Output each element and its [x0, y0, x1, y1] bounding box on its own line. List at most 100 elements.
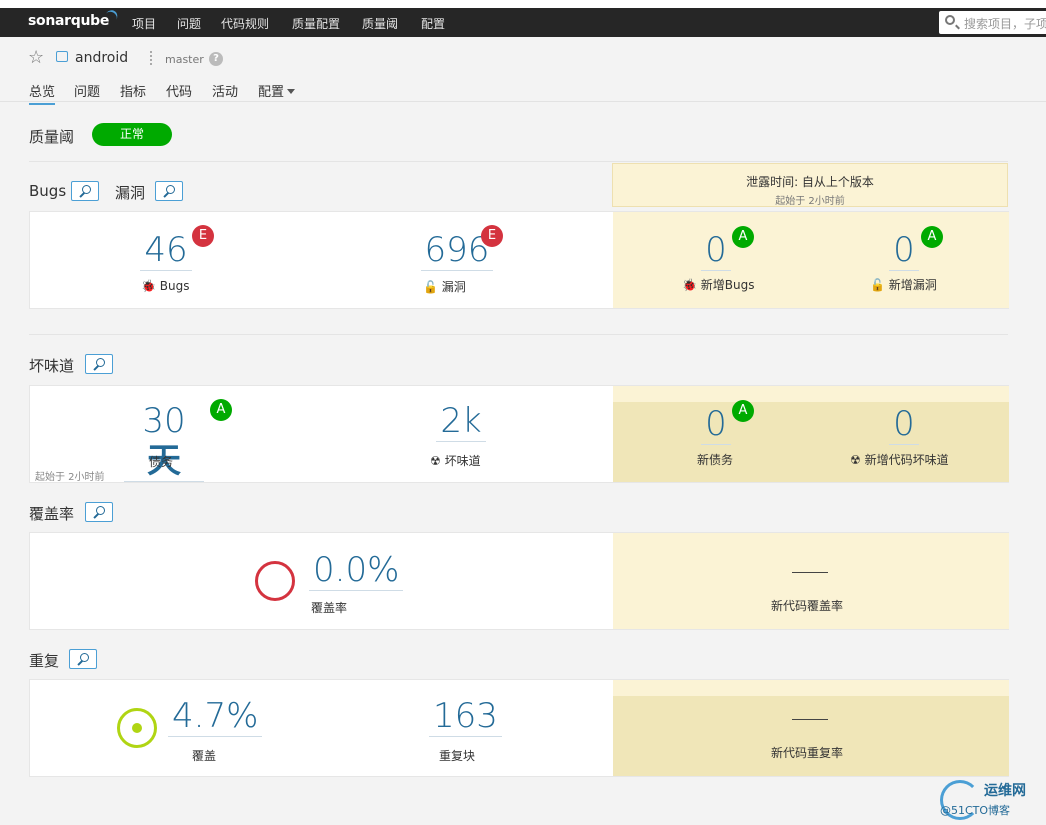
lock-icon: 🔓: [870, 278, 885, 292]
logo-text: sonarqube: [28, 13, 110, 29]
nav-rules[interactable]: 代码规则: [221, 15, 269, 32]
nav-administration[interactable]: 配置: [421, 15, 445, 32]
new-vulnerabilities-value[interactable]: 0: [889, 230, 919, 271]
tab-administration[interactable]: 配置: [258, 81, 296, 100]
drilldown-vulnerabilities-icon[interactable]: [155, 181, 183, 201]
duplications-donut-icon: [117, 708, 157, 748]
leak-period-header: 泄露时间: 自从上个版本 起始于 2小时前: [612, 163, 1008, 207]
debt-since-text: 起始于 2小时前: [35, 472, 105, 483]
vulnerabilities-rating-badge[interactable]: E: [481, 225, 503, 247]
new-bugs-metric[interactable]: 0: [695, 230, 737, 271]
global-navbar: sonarqube 项目 问题 代码规则 质量配置 质量阈 配置 搜索项目，子项…: [0, 7, 1046, 37]
drilldown-duplications-icon[interactable]: [69, 649, 97, 669]
bugs-label: 🐞 Bugs: [141, 279, 190, 293]
new-debt-value[interactable]: 0: [701, 404, 731, 445]
nav-projects[interactable]: 项目: [132, 15, 156, 32]
lock-icon: 🔓: [423, 280, 438, 294]
branch-icon: [150, 51, 154, 65]
tab-issues[interactable]: 问题: [74, 81, 100, 100]
duplications-donut-dot: [132, 723, 142, 733]
debt-value-number: 30: [142, 401, 186, 441]
new-vulnerabilities-rating-badge[interactable]: A: [921, 226, 943, 248]
tab-administration-label: 配置: [258, 85, 285, 100]
bugs-rating-badge[interactable]: E: [192, 225, 214, 247]
new-code-smells-value[interactable]: 0: [889, 404, 919, 445]
duplicated-blocks-metric[interactable]: 163: [429, 696, 502, 737]
duplicated-blocks-label: 重复块: [439, 749, 476, 763]
vulnerabilities-label-text: 漏洞: [441, 280, 466, 294]
search-placeholder: 搜索项目，子项目: [964, 17, 1046, 31]
code-smells-card: 30天 A 债务 起始于 2小时前 2k ☢ 坏味道 0 A 新债务 0 ☢ 新…: [29, 385, 1009, 483]
new-code-smells-label: ☢ 新增代码坏味道: [850, 451, 949, 468]
nav-quality-gates[interactable]: 质量阈: [362, 15, 398, 32]
new-bugs-rating-badge[interactable]: A: [732, 226, 754, 248]
debt-label: 债务: [149, 455, 174, 469]
coverage-metric[interactable]: 0.0%: [309, 550, 404, 591]
nav-quality-profiles[interactable]: 质量配置: [292, 15, 340, 32]
leak-panel: [613, 533, 1009, 629]
tab-code[interactable]: 代码: [166, 81, 192, 100]
section-title-duplications: 重复: [29, 652, 60, 670]
favorite-star-icon[interactable]: ☆: [28, 47, 44, 68]
new-debt-metric[interactable]: 0: [695, 404, 737, 445]
leak-period-subtitle: 起始于 2小时前: [775, 196, 845, 207]
coverage-label: 覆盖率: [311, 601, 348, 615]
coverage-value[interactable]: 0.0%: [309, 550, 404, 591]
radiation-icon: ☢: [430, 454, 441, 468]
nav-issues[interactable]: 问题: [177, 15, 201, 32]
drilldown-bugs-icon[interactable]: [71, 181, 99, 201]
sonarqube-logo[interactable]: sonarqube: [28, 7, 120, 29]
coverage-card: 0.0% 覆盖率 新代码覆盖率: [29, 532, 1009, 630]
code-smells-metric[interactable]: 2k: [435, 401, 487, 442]
drilldown-coverage-icon[interactable]: [85, 502, 113, 522]
new-bugs-value[interactable]: 0: [701, 230, 731, 271]
duplications-label: 覆盖: [192, 749, 217, 763]
leak-panel: [613, 696, 1009, 776]
section-title-vulnerabilities: 漏洞: [115, 184, 146, 202]
tab-overview[interactable]: 总览: [29, 81, 56, 105]
leak-panel-top: [613, 680, 1009, 696]
branch-name: master: [165, 53, 204, 66]
leak-panel: [613, 402, 1009, 482]
bugs-label-text: Bugs: [159, 279, 190, 293]
duplications-value[interactable]: 4.7%: [168, 696, 263, 737]
watermark-line2: @51CTO博客: [940, 804, 1011, 817]
new-vulnerabilities-label-text: 新增漏洞: [888, 278, 937, 292]
divider: [29, 161, 1008, 162]
project-icon: [56, 51, 68, 62]
new-duplications-label: 新代码重复率: [771, 746, 844, 760]
drilldown-code-smells-icon[interactable]: [85, 354, 113, 374]
new-vulnerabilities-metric[interactable]: 0: [883, 230, 925, 271]
radiation-icon: ☢: [850, 453, 861, 467]
new-coverage-label: 新代码覆盖率: [771, 599, 844, 613]
help-icon[interactable]: ?: [209, 52, 223, 66]
tab-activity[interactable]: 活动: [212, 81, 238, 100]
duplications-card: 4.7% 覆盖 163 重复块 新代码重复率: [29, 679, 1009, 777]
chevron-down-icon: [287, 89, 296, 94]
search-input[interactable]: 搜索项目，子项目: [939, 11, 1046, 34]
new-code-smells-metric[interactable]: 0: [883, 404, 925, 445]
new-bugs-label-text: 新增Bugs: [700, 278, 755, 292]
new-duplications-value-dash: [792, 719, 828, 720]
new-code-smells-label-text: 新增代码坏味道: [864, 453, 949, 467]
quality-gate-status-badge[interactable]: 正常: [92, 123, 172, 146]
maintainability-rating-badge[interactable]: A: [210, 399, 232, 421]
bugs-vulns-card: 46 E 🐞 Bugs 696 E 🔓 漏洞 0 A 🐞 新增Bugs 0 A …: [29, 211, 1009, 309]
quality-gate-label: 质量阈: [29, 128, 75, 146]
leak-period-title: 泄露时间: 自从上个版本: [746, 175, 874, 189]
section-title-bugs: Bugs: [29, 182, 67, 200]
watermark-logo: 运维网 @51CTO博客: [940, 778, 1046, 825]
bugs-value[interactable]: 46: [140, 230, 192, 271]
leak-panel-top: [613, 386, 1009, 402]
bug-icon: 🐞: [682, 278, 697, 292]
browser-top-strip: [0, 0, 1046, 8]
code-smells-value[interactable]: 2k: [436, 401, 486, 442]
tab-measures[interactable]: 指标: [120, 81, 146, 100]
duplications-metric[interactable]: 4.7%: [168, 696, 263, 737]
duplicated-blocks-value[interactable]: 163: [429, 696, 502, 737]
leak-panel: [613, 212, 1009, 308]
new-maintainability-rating-badge[interactable]: A: [732, 400, 754, 422]
project-name[interactable]: android: [75, 50, 128, 66]
new-coverage-value-dash: [792, 572, 828, 573]
section-title-code-smells: 坏味道: [29, 357, 75, 375]
